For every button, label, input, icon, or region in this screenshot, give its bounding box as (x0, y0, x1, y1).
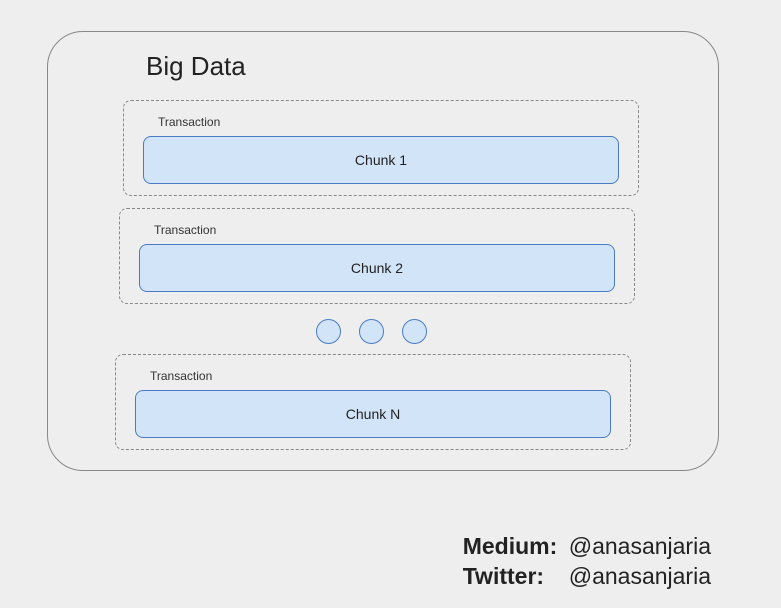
transaction-box-2: Transaction Chunk 2 (119, 208, 635, 304)
transaction-label-n: Transaction (150, 369, 212, 383)
credits-medium-handle: @anasanjaria (569, 532, 711, 562)
transaction-label-1: Transaction (158, 115, 220, 129)
transaction-box-n: Transaction Chunk N (115, 354, 631, 450)
credits-row-twitter: Twitter: @anasanjaria (463, 562, 711, 592)
big-data-container: Big Data Transaction Chunk 1 Transaction… (47, 31, 719, 471)
transaction-box-1: Transaction Chunk 1 (123, 100, 639, 196)
big-data-title: Big Data (146, 51, 246, 82)
credits-block: Medium: @anasanjaria Twitter: @anasanjar… (463, 532, 711, 592)
chunk-box-1: Chunk 1 (143, 136, 619, 184)
credits-twitter-label: Twitter: (463, 562, 569, 592)
chunk-box-2: Chunk 2 (139, 244, 615, 292)
credits-medium-label: Medium: (463, 532, 569, 562)
chunk-box-n: Chunk N (135, 390, 611, 438)
ellipsis-group (316, 319, 476, 349)
ellipsis-dot-icon (402, 319, 427, 344)
ellipsis-dot-icon (316, 319, 341, 344)
transaction-label-2: Transaction (154, 223, 216, 237)
ellipsis-dot-icon (359, 319, 384, 344)
credits-twitter-handle: @anasanjaria (569, 562, 711, 592)
credits-row-medium: Medium: @anasanjaria (463, 532, 711, 562)
